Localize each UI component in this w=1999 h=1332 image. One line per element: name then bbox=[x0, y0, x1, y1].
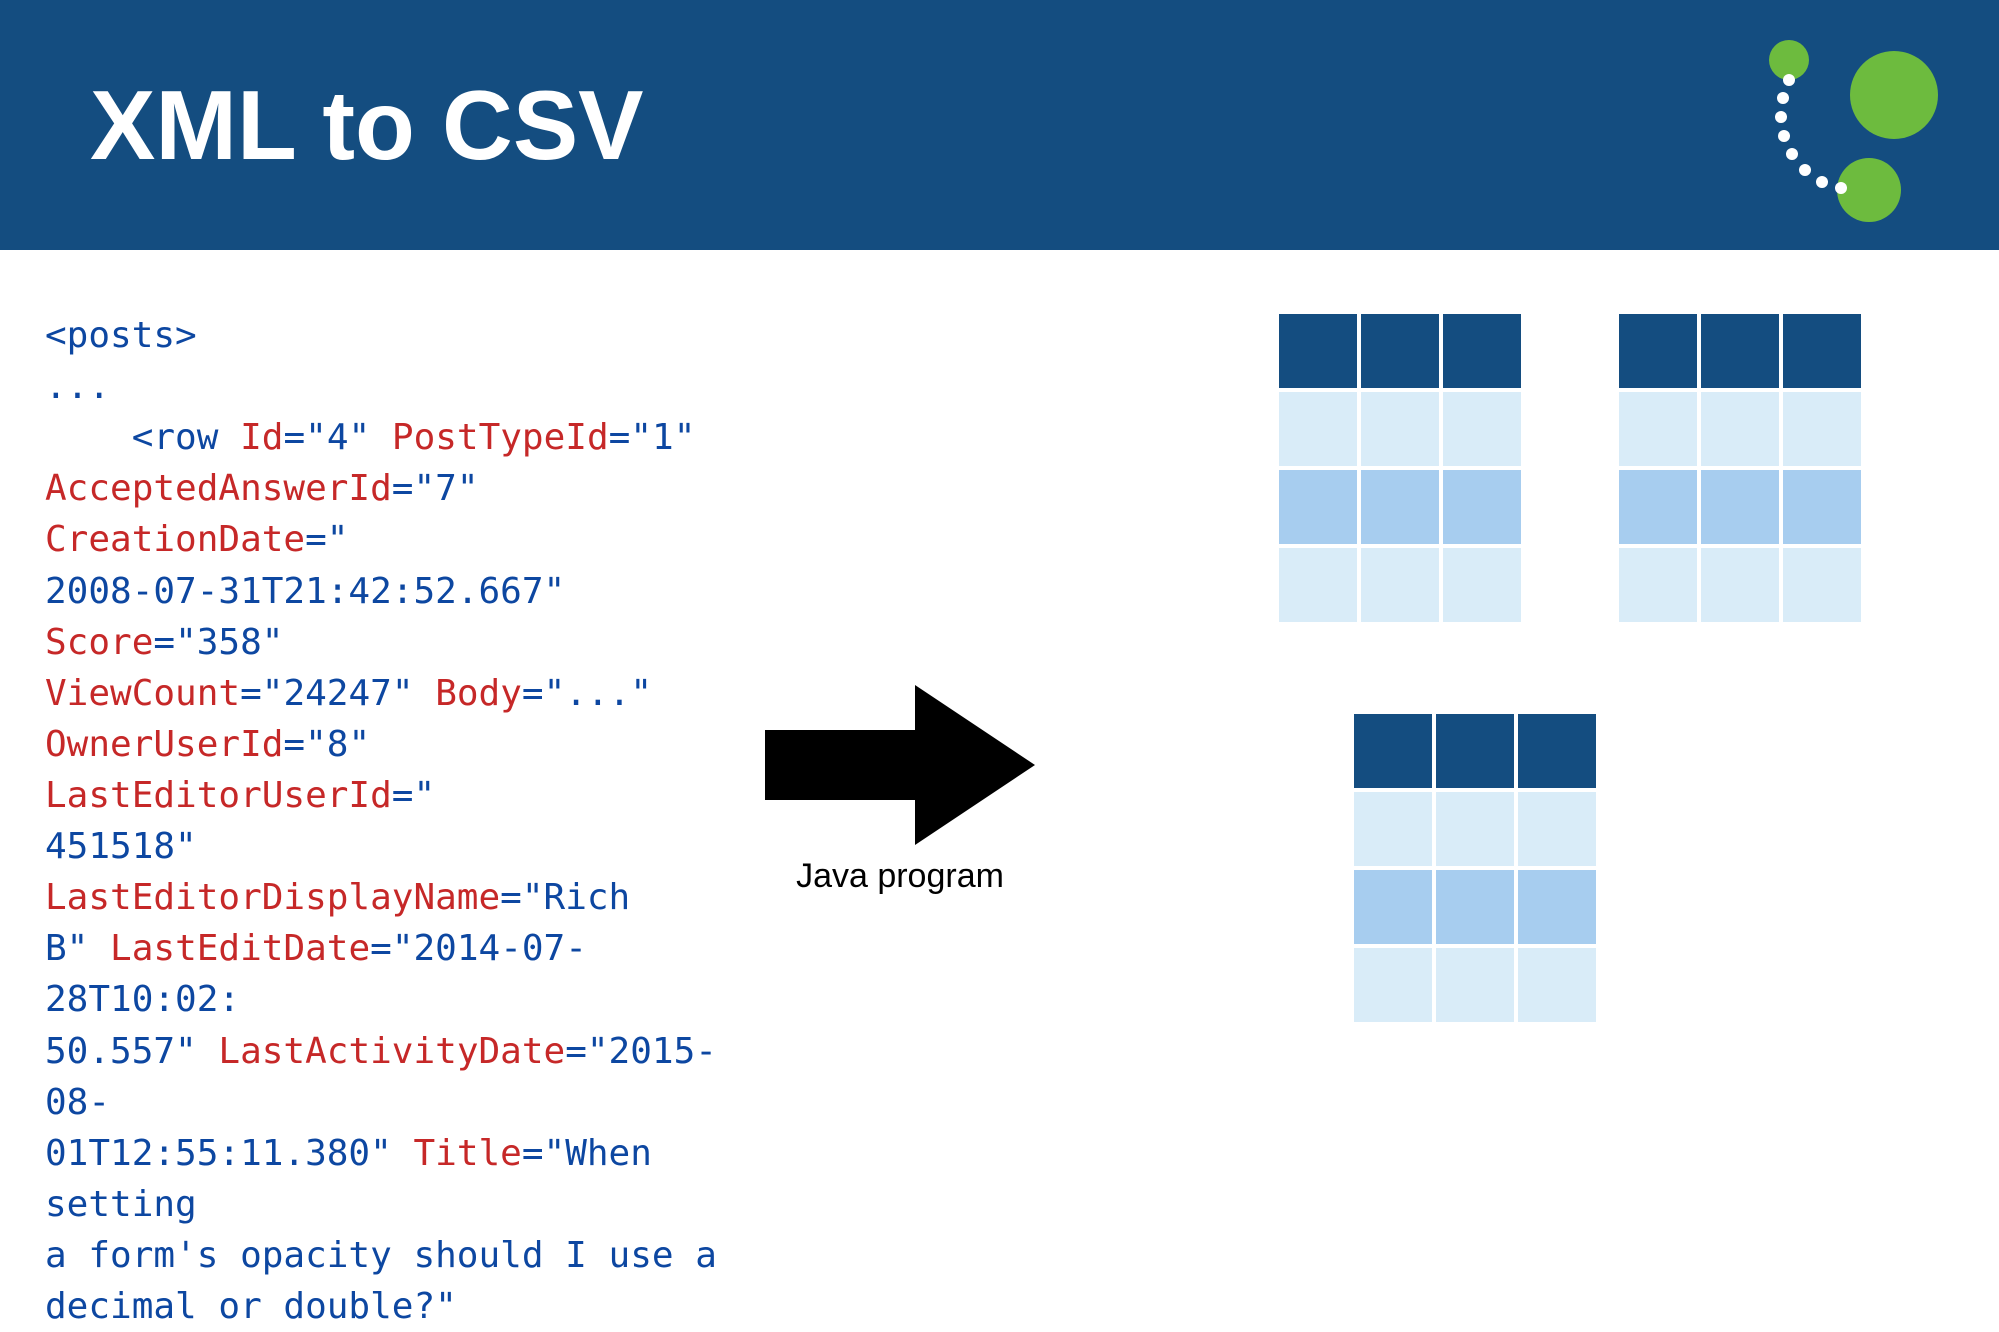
table-cell bbox=[1781, 312, 1863, 390]
slide-header: XML to CSV bbox=[0, 0, 1999, 250]
attr-lasteditdate: LastEditDate bbox=[110, 928, 370, 969]
table-cell bbox=[1434, 868, 1516, 946]
table-row bbox=[1352, 868, 1598, 946]
table-cell bbox=[1617, 546, 1699, 624]
table-cell bbox=[1352, 946, 1434, 1024]
attr-posttypeid: PostTypeId bbox=[392, 417, 609, 458]
table-cell bbox=[1699, 468, 1781, 546]
attr-creationdate: CreationDate bbox=[45, 519, 305, 560]
slide-content: <posts> ... <row Id="4" PostTypeId="1" A… bbox=[0, 250, 1999, 1100]
table-row bbox=[1617, 312, 1863, 390]
table-cell bbox=[1516, 790, 1598, 868]
xml-code-block: <posts> ... <row Id="4" PostTypeId="1" A… bbox=[45, 310, 725, 1100]
table-cell bbox=[1441, 468, 1523, 546]
table-cell bbox=[1434, 790, 1516, 868]
table-cell bbox=[1277, 546, 1359, 624]
table-cell bbox=[1359, 546, 1441, 624]
xml-tag-row: <row bbox=[132, 417, 219, 458]
csv-table-3 bbox=[1350, 710, 1600, 1026]
xml-tag-posts: <posts> bbox=[45, 315, 197, 356]
table-cell bbox=[1617, 312, 1699, 390]
table-row bbox=[1277, 546, 1523, 624]
slide-title: XML to CSV bbox=[90, 69, 644, 182]
table-cell bbox=[1699, 390, 1781, 468]
table-cell bbox=[1359, 468, 1441, 546]
table-cell bbox=[1277, 390, 1359, 468]
table-row bbox=[1352, 790, 1598, 868]
attr-lasteditordisplayname: LastEditorDisplayName bbox=[45, 877, 500, 918]
table-cell bbox=[1352, 790, 1434, 868]
table-cell bbox=[1352, 712, 1434, 790]
table-row bbox=[1352, 946, 1598, 1024]
table-cell bbox=[1781, 468, 1863, 546]
table-row bbox=[1277, 468, 1523, 546]
csv-table-2 bbox=[1615, 310, 1865, 626]
xml-ellipsis: ... bbox=[45, 366, 110, 407]
table-cell bbox=[1699, 546, 1781, 624]
table-cell bbox=[1359, 390, 1441, 468]
table-cell bbox=[1434, 712, 1516, 790]
table-cell bbox=[1277, 312, 1359, 390]
table-cell bbox=[1352, 868, 1434, 946]
table-row bbox=[1277, 390, 1523, 468]
table-cell bbox=[1441, 390, 1523, 468]
table-cell bbox=[1434, 946, 1516, 1024]
attr-owneruserid: OwnerUserId bbox=[45, 724, 283, 765]
table-row bbox=[1617, 546, 1863, 624]
table-cell bbox=[1781, 390, 1863, 468]
table-cell bbox=[1617, 468, 1699, 546]
table-cell bbox=[1441, 312, 1523, 390]
attr-id: Id bbox=[240, 417, 283, 458]
table-cell bbox=[1359, 312, 1441, 390]
table-cell bbox=[1516, 868, 1598, 946]
arrow-right-icon bbox=[765, 685, 1035, 845]
table-row bbox=[1617, 468, 1863, 546]
attr-body: Body bbox=[435, 673, 522, 714]
arrow-section: Java program bbox=[765, 480, 1035, 1100]
attr-lasteditoruserid: LastEditorUserId bbox=[45, 775, 392, 816]
table-cell bbox=[1516, 712, 1598, 790]
attr-lastactivitydate: LastActivityDate bbox=[218, 1031, 565, 1072]
csv-tables-section bbox=[1095, 310, 1959, 1100]
table-cell bbox=[1441, 546, 1523, 624]
csv-table-1 bbox=[1275, 310, 1525, 626]
table-row bbox=[1617, 390, 1863, 468]
table-cell bbox=[1516, 946, 1598, 1024]
table-cell bbox=[1617, 390, 1699, 468]
table-row bbox=[1277, 312, 1523, 390]
table-row bbox=[1352, 712, 1598, 790]
table-cell bbox=[1277, 468, 1359, 546]
table-cell bbox=[1781, 546, 1863, 624]
attr-acceptedanswerid: AcceptedAnswerId bbox=[45, 468, 392, 509]
attr-score: Score bbox=[45, 622, 153, 663]
neo4j-logo-icon bbox=[1739, 25, 1939, 225]
attr-viewcount: ViewCount bbox=[45, 673, 240, 714]
table-cell bbox=[1699, 312, 1781, 390]
arrow-label: Java program bbox=[796, 857, 1004, 896]
attr-title: Title bbox=[413, 1133, 521, 1174]
